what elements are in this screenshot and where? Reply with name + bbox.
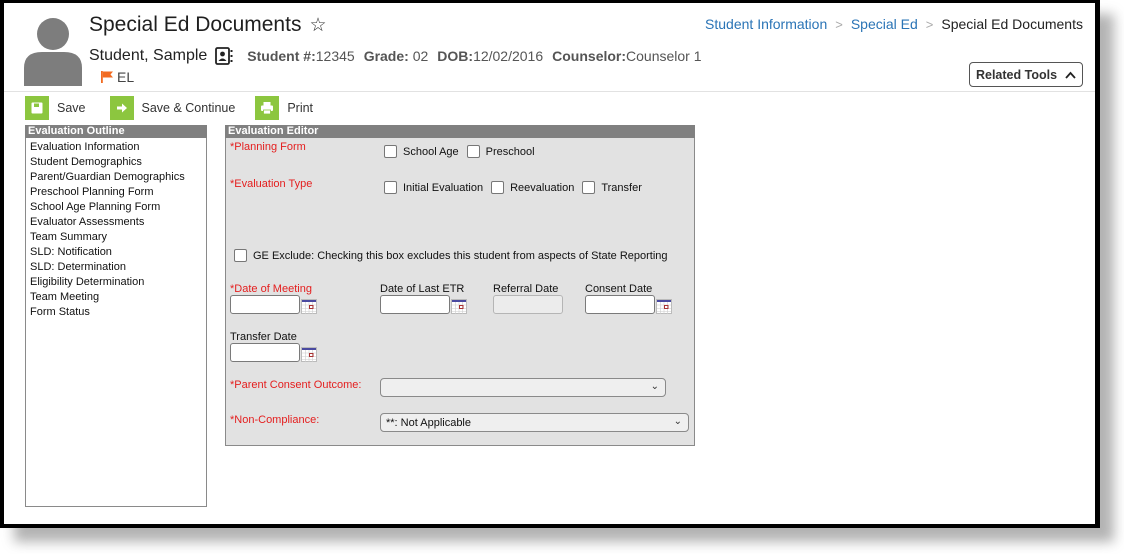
date-of-meeting-label: *Date of Meeting xyxy=(230,283,312,295)
outline-item-team-meeting[interactable]: Team Meeting xyxy=(30,290,206,305)
related-tools-button[interactable]: Related Tools xyxy=(969,62,1083,87)
breadcrumb-special-ed[interactable]: Special Ed xyxy=(851,16,918,32)
checkbox-box[interactable] xyxy=(466,145,480,158)
ge-exclude-option: GE Exclude: Checking this box excludes t… xyxy=(234,249,676,262)
date-of-meeting-input[interactable] xyxy=(230,295,300,314)
date-of-last-etr-input[interactable] xyxy=(380,295,450,314)
printer-icon xyxy=(255,96,280,120)
related-tools-label: Related Tools xyxy=(975,67,1058,82)
non-compliance-select[interactable]: **: Not Applicable ⌄ xyxy=(380,413,689,432)
save-continue-button[interactable]: Save & Continue xyxy=(109,96,236,120)
calendar-icon[interactable] xyxy=(301,299,317,314)
non-compliance-label: *Non-Compliance: xyxy=(230,414,320,426)
window-frame: Special Ed Documents ☆ Student, Sample S… xyxy=(0,0,1100,528)
parent-consent-outcome-select[interactable]: ⌄ xyxy=(380,378,666,397)
outline-item-evaluation-information[interactable]: Evaluation Information xyxy=(30,140,206,155)
favorite-star-icon[interactable]: ☆ xyxy=(309,16,326,35)
outline-item-parent-guardian-demographics[interactable]: Parent/Guardian Demographics xyxy=(30,170,206,185)
outline-item-preschool-planning-form[interactable]: Preschool Planning Form xyxy=(30,185,206,200)
breadcrumb-separator-icon: > xyxy=(925,16,934,32)
parent-consent-outcome-label: *Parent Consent Outcome: xyxy=(230,379,362,391)
chevron-down-icon: ⌄ xyxy=(650,381,659,392)
page-title: Special Ed Documents ☆ xyxy=(89,13,327,37)
outline-item-form-status[interactable]: Form Status xyxy=(30,305,206,320)
outline-item-student-demographics[interactable]: Student Demographics xyxy=(30,155,206,170)
evaluation-outline-title: Evaluation Outline xyxy=(25,125,207,138)
student-dob: DOB:12/02/2016 xyxy=(437,48,544,64)
student-grade: Grade: 02 xyxy=(363,48,429,64)
school-age-checkbox[interactable]: School Age xyxy=(384,145,459,158)
referral-date-label: Referral Date xyxy=(493,283,559,295)
app-screen: Special Ed Documents ☆ Student, Sample S… xyxy=(4,3,1095,524)
consent-date-label: Consent Date xyxy=(585,283,653,295)
referral-date-field xyxy=(493,295,563,314)
chevron-down-icon: ⌄ xyxy=(673,416,682,427)
page-title-text: Special Ed Documents xyxy=(89,13,302,36)
evaluation-type-options: Initial Evaluation Reevaluation Transfer xyxy=(384,181,650,194)
outline-item-school-age-planning-form[interactable]: School Age Planning Form xyxy=(30,200,206,215)
referral-date-input xyxy=(493,295,563,314)
non-compliance-value: **: Not Applicable xyxy=(386,416,471,429)
planning-form-options: School Age Preschool xyxy=(384,145,543,158)
transfer-checkbox[interactable]: Transfer xyxy=(582,181,642,194)
initial-evaluation-checkbox[interactable]: Initial Evaluation xyxy=(384,181,483,194)
evaluation-editor-title: Evaluation Editor xyxy=(225,125,695,138)
calendar-icon[interactable] xyxy=(656,299,672,314)
breadcrumb-student-information[interactable]: Student Information xyxy=(705,16,827,32)
transfer-date-input[interactable] xyxy=(230,343,300,362)
breadcrumb-separator-icon: > xyxy=(835,16,843,32)
header-divider xyxy=(4,91,1095,92)
save-icon xyxy=(25,96,49,120)
action-toolbar: Save Save & Continue Print xyxy=(25,96,331,120)
evaluation-outline-panel: Evaluation Outline Evaluation Informatio… xyxy=(25,125,207,507)
student-counselor: Counselor:Counselor 1 xyxy=(552,48,702,64)
chevron-up-icon xyxy=(1065,71,1076,79)
consent-date-field xyxy=(585,295,672,314)
print-label: Print xyxy=(287,101,314,115)
outline-item-eligibility-determination[interactable]: Eligibility Determination xyxy=(30,275,206,290)
checkbox-box[interactable] xyxy=(491,181,505,194)
breadcrumb-current: Special Ed Documents xyxy=(941,16,1083,32)
save-continue-label: Save & Continue xyxy=(141,101,236,115)
preschool-checkbox[interactable]: Preschool xyxy=(466,145,535,158)
date-of-last-etr-field xyxy=(380,295,467,314)
breadcrumb: Student Information > Special Ed > Speci… xyxy=(705,16,1083,32)
outline-item-team-summary[interactable]: Team Summary xyxy=(30,230,206,245)
ge-exclude-checkbox[interactable]: GE Exclude: Checking this box excludes t… xyxy=(234,249,668,262)
student-number: Student #:12345 xyxy=(247,48,355,64)
outline-item-evaluator-assessments[interactable]: Evaluator Assessments xyxy=(30,215,206,230)
student-info: Student, Sample Student #:12345 Grade: 0… xyxy=(89,47,711,65)
print-button[interactable]: Print xyxy=(255,96,313,120)
program-flag: EL xyxy=(100,69,134,85)
checkbox-box[interactable] xyxy=(582,181,596,194)
reevaluation-checkbox[interactable]: Reevaluation xyxy=(491,181,574,194)
evaluation-type-label: *Evaluation Type xyxy=(230,178,313,190)
evaluation-editor-panel: Evaluation Editor *Planning Form School … xyxy=(225,125,695,446)
flag-label: EL xyxy=(117,69,135,85)
transfer-date-label: Transfer Date xyxy=(230,331,297,343)
consent-date-input[interactable] xyxy=(585,295,655,314)
flag-icon xyxy=(101,71,113,83)
student-avatar xyxy=(24,18,82,86)
calendar-icon[interactable] xyxy=(301,347,317,362)
save-button[interactable]: Save xyxy=(25,96,86,120)
checkbox-box[interactable] xyxy=(234,249,247,262)
outline-item-sld-notification[interactable]: SLD: Notification xyxy=(30,245,206,260)
contact-card-icon[interactable] xyxy=(215,47,233,65)
date-of-meeting-field xyxy=(230,295,317,314)
arrow-right-icon xyxy=(109,96,134,120)
save-label: Save xyxy=(57,101,86,115)
checkbox-box[interactable] xyxy=(384,181,397,194)
checkbox-box[interactable] xyxy=(384,145,397,158)
planning-form-label: *Planning Form xyxy=(230,141,306,153)
outline-item-sld-determination[interactable]: SLD: Determination xyxy=(30,260,206,275)
student-name: Student, Sample xyxy=(89,47,208,64)
transfer-date-field xyxy=(230,343,317,362)
calendar-icon[interactable] xyxy=(451,299,467,314)
date-of-last-etr-label: Date of Last ETR xyxy=(380,283,465,295)
outline-list: Evaluation Information Student Demograph… xyxy=(26,138,206,320)
